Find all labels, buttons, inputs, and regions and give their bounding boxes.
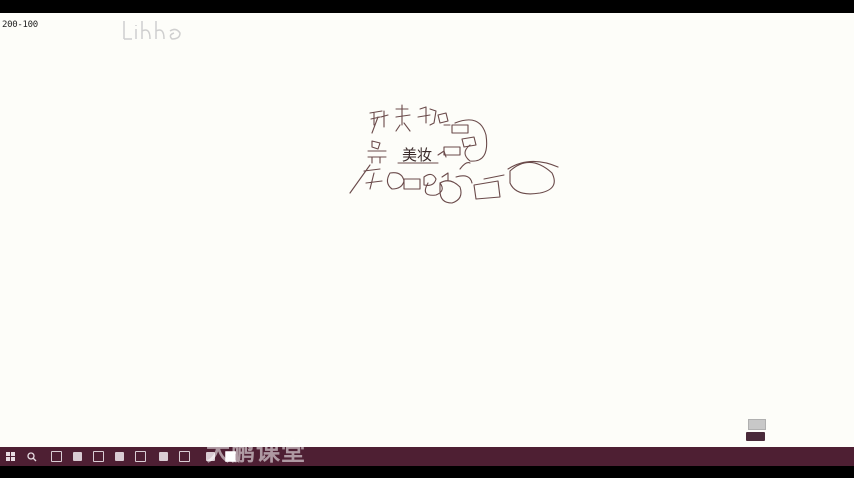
task-view-icon[interactable] bbox=[50, 450, 63, 463]
handwritten-sketch bbox=[349, 104, 559, 204]
app-icon[interactable] bbox=[134, 450, 147, 463]
watermark-text: 大鹏课堂 bbox=[206, 438, 306, 466]
app-icon[interactable] bbox=[157, 450, 170, 463]
letterbox-bottom bbox=[0, 466, 854, 478]
corner-swatch[interactable] bbox=[748, 419, 766, 430]
search-icon[interactable] bbox=[25, 450, 38, 463]
whiteboard-canvas[interactable]: 200-100 美妆 bbox=[0, 13, 854, 447]
corner-chip[interactable] bbox=[746, 432, 765, 441]
app-icon[interactable] bbox=[71, 450, 84, 463]
windows-start-icon[interactable] bbox=[4, 450, 17, 463]
app-icon[interactable] bbox=[178, 450, 191, 463]
app-icon[interactable] bbox=[92, 450, 105, 463]
taskbar bbox=[0, 447, 854, 466]
app-icon[interactable] bbox=[113, 450, 126, 463]
center-word: 美妆 bbox=[402, 146, 433, 164]
corner-widget[interactable] bbox=[746, 419, 766, 443]
